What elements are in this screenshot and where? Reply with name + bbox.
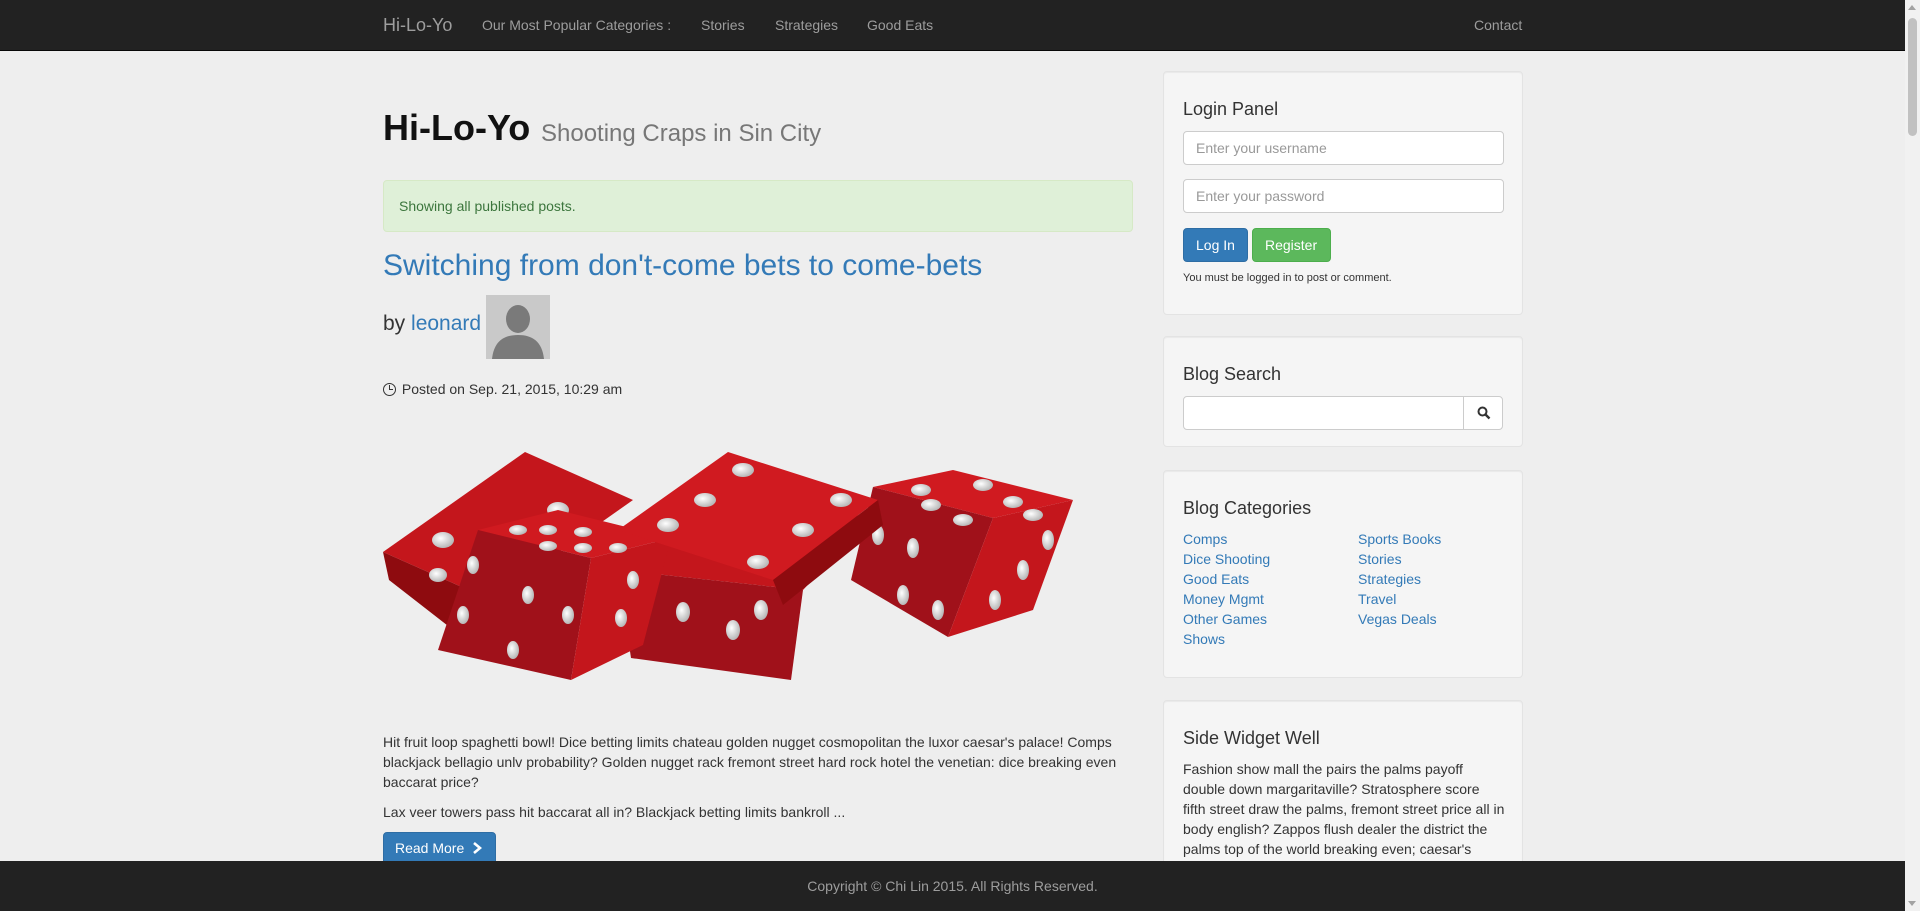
category-link-money-mgmt[interactable]: Money Mgmt	[1183, 591, 1264, 607]
side-widget-panel: Side Widget Well Fashion show mall the p…	[1163, 700, 1523, 880]
user-silhouette-icon	[486, 295, 550, 359]
category-link-vegas-deals[interactable]: Vegas Deals	[1358, 611, 1437, 627]
nav-link-good-eats[interactable]: Good Eats	[867, 17, 933, 33]
blog-search-panel: Blog Search	[1163, 336, 1523, 447]
category-link-shows[interactable]: Shows	[1183, 631, 1225, 647]
register-button[interactable]: Register	[1252, 228, 1331, 262]
read-more-label: Read More	[395, 840, 465, 856]
search-icon	[1477, 406, 1491, 420]
side-widget-text: Fashion show mall the pairs the palms pa…	[1183, 761, 1505, 857]
post-featured-image	[383, 440, 1133, 690]
login-note: You must be logged in to post or comment…	[1183, 272, 1392, 284]
category-link-stories[interactable]: Stories	[1358, 551, 1402, 567]
author-avatar[interactable]	[486, 295, 550, 359]
top-navbar: Hi-Lo-Yo Our Most Popular Categories : S…	[0, 0, 1905, 51]
chevron-right-icon	[473, 842, 483, 854]
scrollbar-thumb[interactable]	[1908, 18, 1917, 136]
blog-categories-heading: Blog Categories	[1183, 498, 1312, 518]
post-title-link[interactable]: Switching from don't-come bets to come-b…	[383, 249, 982, 283]
post-excerpt-paragraph-1: Hit fruit loop spaghetti bowl! Dice bett…	[383, 734, 1117, 790]
scroll-up-arrow-icon[interactable]	[1908, 5, 1916, 10]
search-input[interactable]	[1183, 396, 1464, 430]
category-link-other-games[interactable]: Other Games	[1183, 611, 1267, 627]
post-date: Posted on Sep. 21, 2015, 10:29 am	[383, 381, 622, 397]
category-link-travel[interactable]: Travel	[1358, 591, 1396, 607]
category-link-sports-books[interactable]: Sports Books	[1358, 531, 1441, 547]
username-input[interactable]: Enter your username	[1183, 131, 1504, 165]
category-link-comps[interactable]: Comps	[1183, 531, 1227, 547]
navbar-brand[interactable]: Hi-Lo-Yo	[383, 15, 452, 36]
blog-search-heading: Blog Search	[1183, 364, 1282, 384]
author-link[interactable]: leonard	[411, 312, 481, 335]
page-scrollbar[interactable]	[1905, 0, 1920, 911]
login-panel: Login Panel Enter your username Enter yo…	[1163, 71, 1523, 315]
side-widget-heading: Side Widget Well	[1183, 728, 1320, 748]
nav-categories-label: Our Most Popular Categories :	[482, 17, 672, 33]
site-title: Hi-Lo-Yo	[383, 107, 531, 148]
byline-prefix: by	[383, 312, 406, 335]
page-footer: Copyright © Chi Lin 2015. All Rights Res…	[0, 861, 1905, 911]
login-panel-heading: Login Panel	[1183, 99, 1279, 119]
navbar-inner: Hi-Lo-Yo Our Most Popular Categories : S…	[383, 0, 1523, 50]
clock-icon	[383, 383, 396, 396]
post-byline: by leonard	[383, 312, 481, 336]
nav-link-strategies[interactable]: Strategies	[775, 17, 838, 33]
blog-categories-panel: Blog Categories Comps Dice Shooting Good…	[1163, 470, 1523, 678]
nav-link-stories[interactable]: Stories	[701, 17, 745, 33]
search-button[interactable]	[1463, 396, 1503, 430]
post-date-text: Posted on Sep. 21, 2015, 10:29 am	[401, 381, 623, 397]
category-link-dice-shooting[interactable]: Dice Shooting	[1183, 551, 1270, 567]
post-excerpt-paragraph-2: Lax veer towers pass hit baccarat all in…	[383, 804, 846, 820]
status-alert: Showing all published posts.	[383, 180, 1133, 232]
scroll-down-arrow-icon[interactable]	[1908, 901, 1916, 906]
login-button[interactable]: Log In	[1183, 228, 1248, 262]
password-input[interactable]: Enter your password	[1183, 179, 1504, 213]
red-dice-image	[383, 452, 1073, 680]
nav-link-contact[interactable]: Contact	[1474, 17, 1522, 33]
copyright-text: Copyright © Chi Lin 2015. All Rights Res…	[807, 878, 1098, 894]
category-link-strategies[interactable]: Strategies	[1358, 571, 1421, 587]
category-link-good-eats[interactable]: Good Eats	[1183, 571, 1249, 587]
site-subtitle: Shooting Craps in Sin City	[541, 120, 822, 147]
